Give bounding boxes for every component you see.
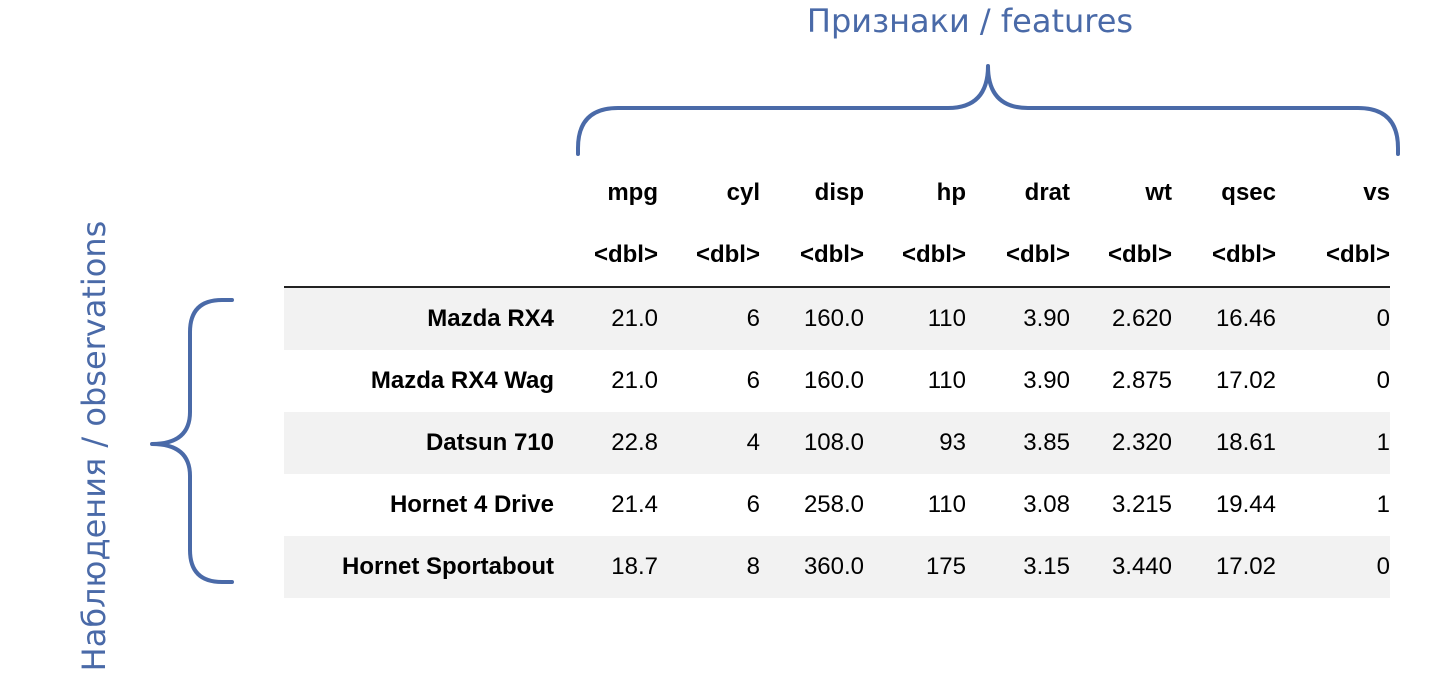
column-header-wt: wt [1145, 179, 1172, 206]
table-row: Mazda RX4 Wag 21.0 6 160.0 110 3.90 2.87… [284, 350, 1390, 412]
cell-hp: 110 [927, 305, 966, 332]
cell-hp: 93 [939, 429, 966, 456]
row-name: Mazda RX4 [427, 305, 554, 332]
features-brace-path [576, 64, 1400, 156]
cell-vs: 1 [1376, 429, 1390, 456]
cell-qsec: 19.44 [1215, 491, 1276, 518]
cell-mpg: 21.0 [611, 367, 658, 394]
cell-hp: 175 [925, 553, 966, 580]
column-header-hp: hp [936, 179, 966, 206]
column-header-drat: drat [1024, 179, 1070, 206]
row-name: Hornet Sportabout [342, 553, 554, 580]
column-type-drat: <dbl> [966, 224, 1070, 288]
column-header-vs: vs [1363, 179, 1390, 206]
cell-drat: 3.15 [1023, 553, 1070, 580]
row-name: Datsun 710 [425, 429, 554, 456]
cell-qsec: 17.02 [1215, 367, 1276, 394]
column-header-row: mpg cyl disp hp drat wt qsec vs [284, 162, 1390, 224]
table-row: Mazda RX4 21.0 6 160.0 110 3.90 2.620 16… [284, 287, 1390, 350]
cell-disp: 160.0 [803, 367, 864, 394]
cell-cyl: 6 [746, 367, 760, 394]
table-row: Hornet Sportabout 18.7 8 360.0 175 3.15 … [284, 536, 1390, 598]
cell-qsec: 18.61 [1215, 429, 1276, 456]
column-header-qsec: qsec [1221, 179, 1276, 206]
cell-wt: 3.215 [1111, 491, 1172, 518]
cell-wt: 2.875 [1111, 367, 1172, 394]
row-name-header [284, 162, 554, 224]
column-type-cyl: <dbl> [658, 224, 760, 288]
cell-wt: 2.320 [1111, 429, 1172, 456]
observations-brace-path [150, 298, 234, 584]
cell-vs: 0 [1376, 553, 1390, 580]
cell-cyl: 8 [746, 553, 760, 580]
row-name: Hornet 4 Drive [389, 491, 554, 518]
column-type-vs: <dbl> [1276, 224, 1390, 288]
column-header-disp: disp [814, 179, 864, 206]
cell-mpg: 22.8 [611, 429, 658, 456]
column-type-disp: <dbl> [760, 224, 864, 288]
row-name-type [284, 224, 554, 288]
cell-disp: 258.0 [803, 491, 864, 518]
table-row: Hornet 4 Drive 21.4 6 258.0 110 3.08 3.2… [284, 474, 1390, 536]
cell-mpg: 18.7 [611, 553, 658, 580]
cell-hp: 110 [927, 367, 966, 394]
cell-hp: 110 [927, 491, 966, 518]
column-type-qsec: <dbl> [1172, 224, 1276, 288]
cell-vs: 1 [1376, 491, 1390, 518]
cell-mpg: 21.0 [611, 305, 658, 332]
cell-disp: 160.0 [803, 305, 864, 332]
column-type-mpg: <dbl> [554, 224, 658, 288]
cell-drat: 3.08 [1023, 491, 1070, 518]
cell-cyl: 4 [746, 429, 760, 456]
cell-qsec: 16.46 [1215, 305, 1276, 332]
table-row: Datsun 710 22.8 4 108.0 93 3.85 2.320 18… [284, 412, 1390, 474]
observations-brace [150, 298, 234, 584]
data-table: mpg cyl disp hp drat wt qsec vs <dbl> <d… [284, 162, 1390, 598]
row-name: Mazda RX4 Wag [370, 367, 554, 394]
cell-vs: 0 [1376, 367, 1390, 394]
cell-wt: 3.440 [1111, 553, 1172, 580]
column-header-mpg: mpg [607, 179, 658, 206]
cell-vs: 0 [1376, 305, 1390, 332]
column-type-wt: <dbl> [1070, 224, 1172, 288]
column-type-hp: <dbl> [864, 224, 966, 288]
cell-disp: 108.0 [803, 429, 864, 456]
cell-wt: 2.620 [1111, 305, 1172, 332]
cell-drat: 3.85 [1023, 429, 1070, 456]
cell-cyl: 6 [746, 491, 760, 518]
column-type-row: <dbl> <dbl> <dbl> <dbl> <dbl> <dbl> <dbl… [284, 224, 1390, 288]
cell-drat: 3.90 [1023, 367, 1070, 394]
cell-cyl: 6 [746, 305, 760, 332]
cell-qsec: 17.02 [1215, 553, 1276, 580]
cell-mpg: 21.4 [611, 491, 658, 518]
cell-disp: 360.0 [803, 553, 864, 580]
cell-drat: 3.90 [1023, 305, 1070, 332]
column-header-cyl: cyl [726, 179, 760, 206]
